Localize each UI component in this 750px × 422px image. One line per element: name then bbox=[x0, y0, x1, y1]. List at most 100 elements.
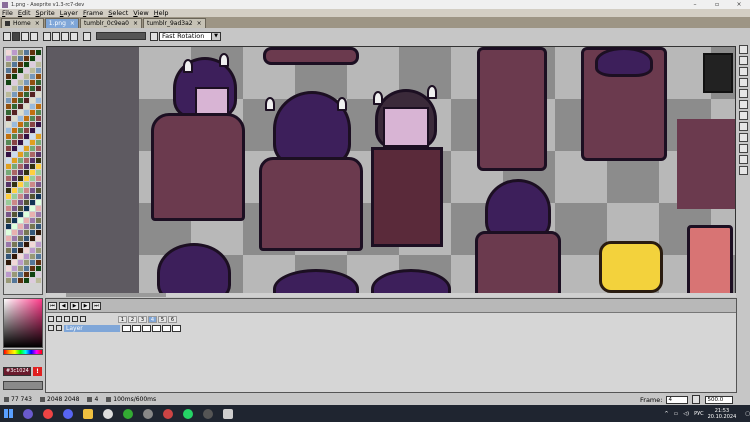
palette-swatch[interactable] bbox=[18, 134, 23, 139]
menu-help[interactable]: Help bbox=[154, 9, 169, 17]
palette-swatch[interactable] bbox=[12, 74, 17, 79]
palette-swatch[interactable] bbox=[12, 182, 17, 187]
palette-swatch[interactable] bbox=[24, 272, 29, 277]
frame-header[interactable]: 6 bbox=[168, 315, 177, 323]
palette-swatch[interactable] bbox=[18, 206, 23, 211]
palette-swatch[interactable] bbox=[36, 98, 41, 103]
network-icon[interactable]: ▭ bbox=[674, 411, 679, 417]
eyedropper-tool-icon[interactable] bbox=[739, 78, 748, 87]
palette-swatch[interactable] bbox=[36, 80, 41, 85]
palette-swatch[interactable] bbox=[12, 224, 17, 229]
palette-swatch[interactable] bbox=[6, 80, 11, 85]
palette-swatch[interactable] bbox=[36, 278, 41, 283]
palette-swatch[interactable] bbox=[12, 278, 17, 283]
palette-swatch[interactable] bbox=[12, 56, 17, 61]
opacity-slider[interactable] bbox=[96, 32, 146, 40]
palette-swatch[interactable] bbox=[12, 98, 17, 103]
palette-swatch[interactable] bbox=[36, 176, 41, 181]
palette-swatch[interactable] bbox=[6, 248, 11, 253]
aseprite-taskbar-icon[interactable] bbox=[223, 408, 233, 419]
palette-swatch[interactable] bbox=[12, 68, 17, 73]
palette-swatch[interactable] bbox=[30, 152, 35, 157]
palette-swatch[interactable] bbox=[30, 182, 35, 187]
palette-swatch[interactable] bbox=[12, 122, 17, 127]
palette-swatch[interactable] bbox=[36, 68, 41, 73]
notification-icon[interactable]: ▢ bbox=[745, 411, 750, 417]
palette-swatch[interactable] bbox=[6, 206, 11, 211]
lock-icon[interactable] bbox=[56, 325, 62, 331]
palette-swatch[interactable] bbox=[24, 104, 29, 109]
palette-swatch[interactable] bbox=[6, 104, 11, 109]
palette-swatch[interactable] bbox=[36, 164, 41, 169]
palette-swatch[interactable] bbox=[36, 212, 41, 217]
palette-swatch[interactable] bbox=[36, 188, 41, 193]
palette-swatch[interactable] bbox=[30, 194, 35, 199]
palette-swatch[interactable] bbox=[12, 104, 17, 109]
palette-swatch[interactable] bbox=[30, 254, 35, 259]
palette-swatch[interactable] bbox=[12, 164, 17, 169]
palette-swatch[interactable] bbox=[30, 98, 35, 103]
palette-swatch[interactable] bbox=[12, 248, 17, 253]
gradient-tool-icon[interactable] bbox=[739, 122, 748, 131]
palette-swatch[interactable] bbox=[6, 176, 11, 181]
palette-swatch[interactable] bbox=[36, 248, 41, 253]
chrome-icon[interactable] bbox=[43, 408, 53, 419]
palette-swatch[interactable] bbox=[30, 62, 35, 67]
eraser-tool-icon[interactable] bbox=[739, 67, 748, 76]
palette-options-icon[interactable] bbox=[30, 31, 38, 41]
palette-swatch[interactable] bbox=[12, 242, 17, 247]
palette-swatch[interactable] bbox=[18, 164, 23, 169]
previous-frame-icon[interactable]: ◀ bbox=[59, 302, 68, 310]
palette-swatch[interactable] bbox=[24, 200, 29, 205]
chevron-up-icon[interactable]: ^ bbox=[664, 411, 668, 417]
palette-swatch[interactable] bbox=[18, 272, 23, 277]
palette-swatch[interactable] bbox=[6, 62, 11, 67]
palette-swatch[interactable] bbox=[36, 254, 41, 259]
frame-header[interactable]: 2 bbox=[128, 315, 137, 323]
eye-icon[interactable] bbox=[48, 325, 54, 331]
palette-swatch[interactable] bbox=[6, 68, 11, 73]
palette-swatch[interactable] bbox=[18, 236, 23, 241]
palette-swatch[interactable] bbox=[24, 260, 29, 265]
palette-swatch[interactable] bbox=[30, 104, 35, 109]
zoom-icon[interactable] bbox=[692, 395, 701, 404]
palette-swatch[interactable] bbox=[12, 206, 17, 211]
palette-swatch[interactable] bbox=[30, 134, 35, 139]
palette-swatch[interactable] bbox=[18, 56, 23, 61]
palette-swatch[interactable] bbox=[24, 254, 29, 259]
palette-swatch[interactable] bbox=[30, 266, 35, 271]
palette-swatch[interactable] bbox=[12, 272, 17, 277]
palette-swatch[interactable] bbox=[30, 236, 35, 241]
palette-swatch[interactable] bbox=[12, 128, 17, 133]
palette-swatch[interactable] bbox=[24, 176, 29, 181]
palette-swatch[interactable] bbox=[12, 230, 17, 235]
move-tool-icon[interactable] bbox=[739, 100, 748, 109]
palette-swatch[interactable] bbox=[6, 158, 11, 163]
selection-add-icon[interactable] bbox=[52, 31, 60, 41]
color-options-button[interactable] bbox=[3, 381, 43, 390]
palette-swatch[interactable] bbox=[6, 236, 11, 241]
palette-swatch[interactable] bbox=[30, 206, 35, 211]
palette-swatch[interactable] bbox=[24, 92, 29, 97]
palette-swatch[interactable] bbox=[24, 110, 29, 115]
palette-swatch[interactable] bbox=[6, 122, 11, 127]
app-icon[interactable] bbox=[203, 408, 213, 419]
continuous-icon[interactable] bbox=[64, 316, 70, 322]
lock-icon[interactable] bbox=[56, 316, 62, 322]
palette-swatch[interactable] bbox=[30, 128, 35, 133]
palette-swatch[interactable] bbox=[30, 260, 35, 265]
palette-swatch[interactable] bbox=[12, 146, 17, 151]
transparent-color-icon[interactable] bbox=[83, 31, 91, 41]
language-indicator[interactable]: РУС bbox=[694, 411, 704, 417]
palette-swatch[interactable] bbox=[36, 56, 41, 61]
menu-select[interactable]: Select bbox=[108, 9, 128, 17]
palette-swatch[interactable] bbox=[12, 254, 17, 259]
palette-swatch[interactable] bbox=[36, 116, 41, 121]
palette-swatch[interactable] bbox=[36, 206, 41, 211]
warning-icon[interactable]: ! bbox=[33, 367, 42, 376]
settings-icon[interactable] bbox=[103, 408, 113, 419]
palette-swatch[interactable] bbox=[30, 92, 35, 97]
zoom-tool-icon[interactable] bbox=[739, 89, 748, 98]
palette-swatch[interactable] bbox=[12, 218, 17, 223]
palette-swatch[interactable] bbox=[12, 110, 17, 115]
